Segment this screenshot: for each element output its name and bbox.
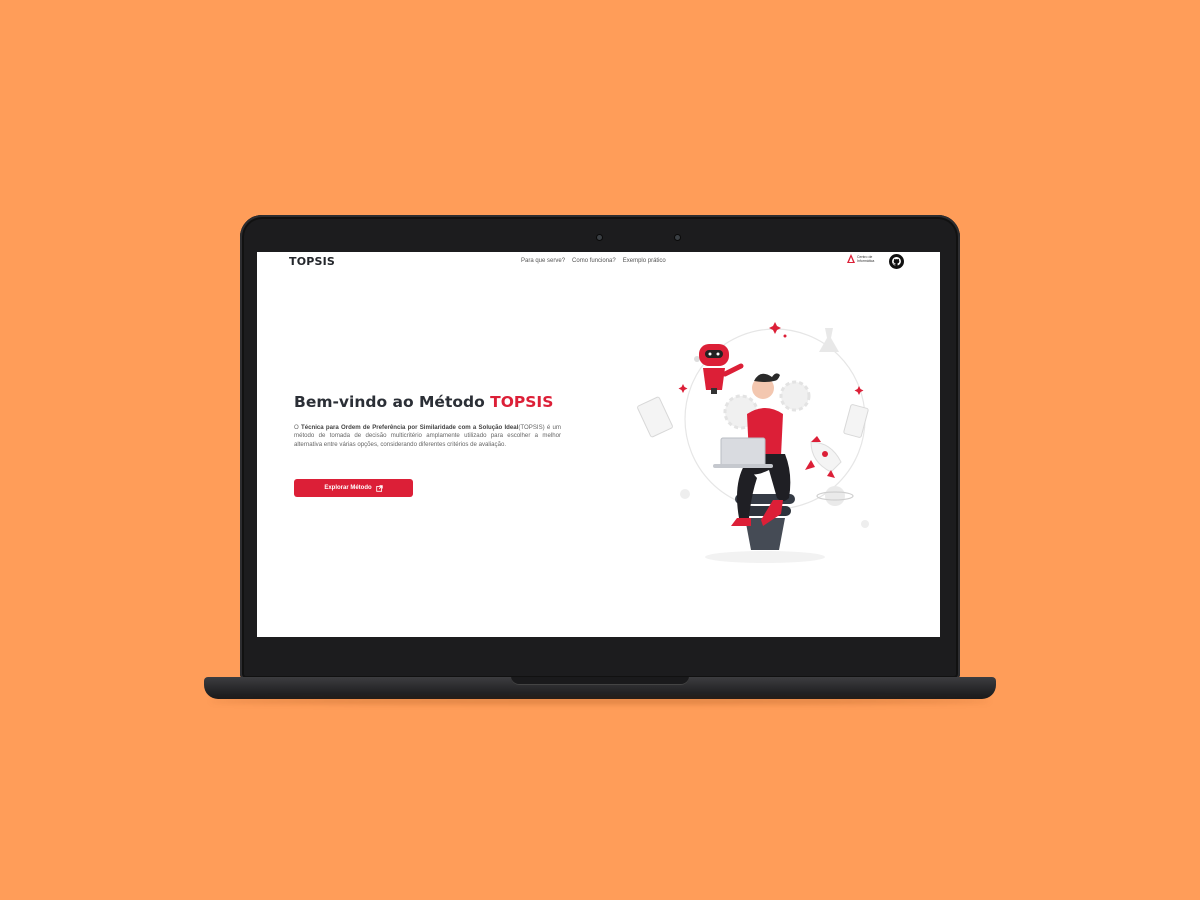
- bubble-decor: [680, 489, 690, 499]
- hero-title-accent: TOPSIS: [490, 393, 554, 411]
- partner-label: Centro de Informática: [857, 254, 875, 263]
- nav-link-para-que-serve[interactable]: Para que serve?: [521, 258, 565, 264]
- sparkle-icon: [769, 322, 781, 334]
- partner-logo-icon: [847, 254, 855, 263]
- robot-icon: [699, 344, 744, 394]
- mockup-stage: TOPSIS Para que serve? Como funciona? Ex…: [0, 0, 1200, 900]
- laptop-shadow: [210, 698, 990, 704]
- tablet-icon: [637, 396, 673, 438]
- camera-icon: [597, 235, 602, 240]
- phone-icon: [843, 404, 869, 438]
- explorar-metodo-button[interactable]: Explorar Método: [294, 479, 413, 497]
- nav-logo[interactable]: TOPSIS: [289, 255, 335, 268]
- laptop-notch: [511, 677, 689, 685]
- laptop-screen: TOPSIS Para que serve? Como funciona? Ex…: [257, 252, 940, 637]
- hero-title-main: Bem-vindo ao Método: [294, 393, 491, 411]
- gear-icon: [779, 380, 811, 412]
- rocket-icon: [805, 436, 842, 478]
- external-link-icon: [375, 484, 383, 492]
- sensor-icon: [675, 235, 680, 240]
- cta-label: Explorar Método: [324, 485, 372, 491]
- nav-links: Para que serve? Como funciona? Exemplo p…: [521, 258, 666, 264]
- partner-logo[interactable]: Centro de Informática: [847, 254, 879, 263]
- hero-desc-bold: Técnica para Ordem de Preferência por Si…: [300, 424, 519, 431]
- dot-decor: [783, 334, 787, 338]
- github-icon[interactable]: [889, 254, 904, 269]
- hero-title: Bem-vindo ao Método TOPSIS: [294, 393, 553, 411]
- nav-link-como-funciona[interactable]: Como funciona?: [572, 258, 616, 264]
- sparkle-icon: [678, 384, 688, 393]
- hero-description: O Técnica para Ordem de Preferência por …: [294, 424, 561, 449]
- sparkle-icon: [854, 386, 864, 395]
- hero-illustration: [637, 322, 869, 563]
- flask-icon: [819, 328, 839, 352]
- hero-desc-prefix: O: [294, 424, 301, 431]
- floor-shadow: [705, 551, 825, 563]
- bubble-decor: [861, 520, 869, 528]
- laptop-base: [204, 677, 996, 699]
- nav-link-exemplo-pratico[interactable]: Exemplo prático: [623, 258, 666, 264]
